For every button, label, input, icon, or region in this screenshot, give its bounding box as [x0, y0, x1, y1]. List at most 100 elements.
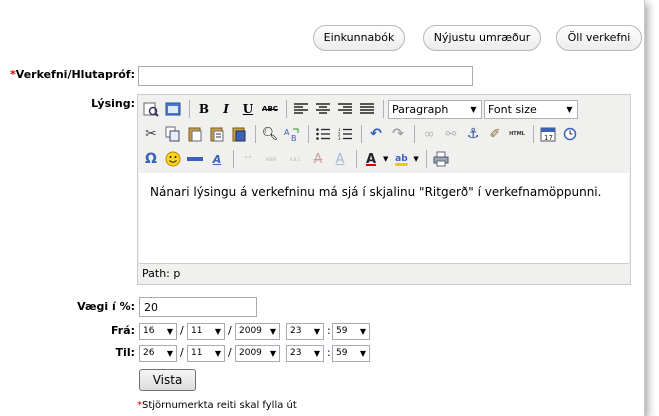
- chevron-down-icon: ▼: [269, 349, 276, 358]
- background-color-icon[interactable]: ab: [391, 149, 411, 169]
- latest-discussions-button[interactable]: Nýjustu umræður: [423, 25, 541, 51]
- strikethrough-icon[interactable]: ABC: [260, 99, 280, 119]
- time-separator: :: [327, 346, 331, 359]
- font-color-icon[interactable]: A: [361, 149, 381, 169]
- to-minute-value: 59: [336, 348, 348, 358]
- to-minute-select[interactable]: 59 ▼: [332, 345, 370, 362]
- toolbar-separator: [383, 100, 384, 118]
- date-separator: /: [180, 346, 184, 359]
- from-label: Frá:: [110, 324, 135, 337]
- gradebook-button[interactable]: Einkunnabók: [313, 25, 405, 51]
- unlink-icon[interactable]: ⚯: [441, 124, 461, 144]
- chevron-down-icon: ▼: [566, 104, 573, 114]
- editor-path-bar: Path: p: [139, 263, 629, 283]
- replace-icon[interactable]: AB: [282, 124, 302, 144]
- from-day-value: 16: [143, 326, 155, 336]
- undo-icon[interactable]: ↶: [366, 124, 386, 144]
- cleanup-icon[interactable]: ✐: [485, 124, 505, 144]
- from-minute-select[interactable]: 59 ▼: [332, 323, 370, 340]
- insert-time-icon[interactable]: [560, 124, 580, 144]
- toolbar-separator: [286, 100, 287, 118]
- toolbar-separator: [189, 100, 190, 118]
- assignment-label: *Verkefni/Hlutapróf:: [4, 68, 135, 81]
- chevron-down-icon[interactable]: ▼: [383, 155, 388, 163]
- find-icon[interactable]: 🔍︎: [260, 124, 280, 144]
- fullscreen-icon[interactable]: [163, 99, 183, 119]
- toolbar-separator: [414, 125, 415, 143]
- abbr-icon[interactable]: ABBR: [260, 149, 282, 169]
- cut-icon[interactable]: ✂: [141, 124, 161, 144]
- chevron-down-icon: ▼: [359, 349, 366, 358]
- acronym-icon[interactable]: A.B.C: [284, 149, 306, 169]
- chevron-down-icon: ▼: [313, 327, 320, 336]
- description-label: Lýsing:: [91, 97, 135, 110]
- chevron-down-icon: ▼: [166, 349, 173, 358]
- align-justify-icon[interactable]: [357, 99, 377, 119]
- weight-label: Vægi í %:: [77, 300, 135, 313]
- from-hour-select[interactable]: 23 ▼: [286, 323, 324, 340]
- copy-icon[interactable]: [163, 124, 183, 144]
- from-day-select[interactable]: 16 ▼: [139, 323, 177, 340]
- from-year-select[interactable]: 2009 ▼: [235, 323, 280, 340]
- format-select[interactable]: Paragraph ▼: [388, 99, 482, 119]
- svg-text:3: 3: [338, 136, 341, 140]
- from-month-select[interactable]: 11 ▼: [187, 323, 225, 340]
- svg-text:A: A: [284, 128, 290, 137]
- preview-icon[interactable]: [141, 99, 161, 119]
- link-icon[interactable]: ∞: [419, 124, 439, 144]
- toolbar-separator: [233, 150, 234, 168]
- date-separator: /: [228, 324, 232, 337]
- date-separator: /: [228, 346, 232, 359]
- to-hour-select[interactable]: 23 ▼: [286, 345, 324, 362]
- chevron-down-icon: ▼: [313, 349, 320, 358]
- numbered-list-icon[interactable]: 123: [335, 124, 355, 144]
- remove-format-icon[interactable]: A: [207, 149, 227, 169]
- required-note-text: Stjörnumerkta reiti skal fylla út: [142, 400, 297, 411]
- to-year-select[interactable]: 2009 ▼: [235, 345, 280, 362]
- toolbar-row-1: B I U ABC Paragraph ▼ Font size ▼: [141, 97, 580, 121]
- weight-input[interactable]: 20: [139, 297, 257, 317]
- chevron-down-icon: ▼: [166, 327, 173, 336]
- align-right-icon[interactable]: [335, 99, 355, 119]
- chevron-down-icon: ▼: [359, 327, 366, 336]
- bold-icon[interactable]: B: [194, 99, 214, 119]
- to-month-select[interactable]: 11 ▼: [187, 345, 225, 362]
- italic-icon[interactable]: I: [216, 99, 236, 119]
- cite-icon[interactable]: “”: [238, 149, 258, 169]
- toolbar-separator: [361, 125, 362, 143]
- toolbar-separator: [356, 150, 357, 168]
- chevron-down-icon[interactable]: ▼: [413, 155, 418, 163]
- all-assignments-button[interactable]: Öll verkefni: [556, 25, 642, 51]
- horizontal-rule-icon[interactable]: [185, 149, 205, 169]
- toolbar-row-3: Ω A “” ABBR A.B.C A A A ▼ ab ▼: [141, 147, 453, 171]
- date-separator: /: [180, 324, 184, 337]
- editor-content[interactable]: Nánari lýsingu á verkefninu má sjá í skj…: [139, 173, 629, 263]
- assignment-input[interactable]: [138, 66, 473, 86]
- html-source-icon[interactable]: HTML: [507, 124, 527, 144]
- insert-date-icon[interactable]: 17: [538, 124, 558, 144]
- time-separator: :: [327, 324, 331, 337]
- to-day-select[interactable]: 26 ▼: [139, 345, 177, 362]
- paste-text-icon[interactable]: [207, 124, 227, 144]
- save-button[interactable]: Vista: [139, 369, 196, 391]
- align-left-icon[interactable]: [291, 99, 311, 119]
- assignment-form-panel: Einkunnabók Nýjustu umræður Öll verkefni…: [0, 0, 645, 416]
- redo-icon[interactable]: ↷: [388, 124, 408, 144]
- deletion-icon[interactable]: A: [308, 149, 328, 169]
- paste-word-icon[interactable]: [229, 124, 249, 144]
- underline-icon[interactable]: U: [238, 99, 258, 119]
- font-size-select-value: Font size: [488, 102, 537, 116]
- to-hour-value: 23: [290, 348, 302, 358]
- required-note: *Stjörnumerkta reiti skal fylla út: [137, 400, 297, 411]
- print-icon[interactable]: [431, 149, 451, 169]
- anchor-icon[interactable]: ⚓: [463, 124, 483, 144]
- paste-icon[interactable]: [185, 124, 205, 144]
- align-center-icon[interactable]: [313, 99, 333, 119]
- chevron-down-icon: ▼: [214, 327, 221, 336]
- font-size-select[interactable]: Font size ▼: [484, 99, 578, 119]
- toolbar-separator: [255, 125, 256, 143]
- insertion-icon[interactable]: A: [330, 149, 350, 169]
- special-char-icon[interactable]: Ω: [141, 149, 161, 169]
- emoticon-icon[interactable]: [163, 149, 183, 169]
- bullet-list-icon[interactable]: [313, 124, 333, 144]
